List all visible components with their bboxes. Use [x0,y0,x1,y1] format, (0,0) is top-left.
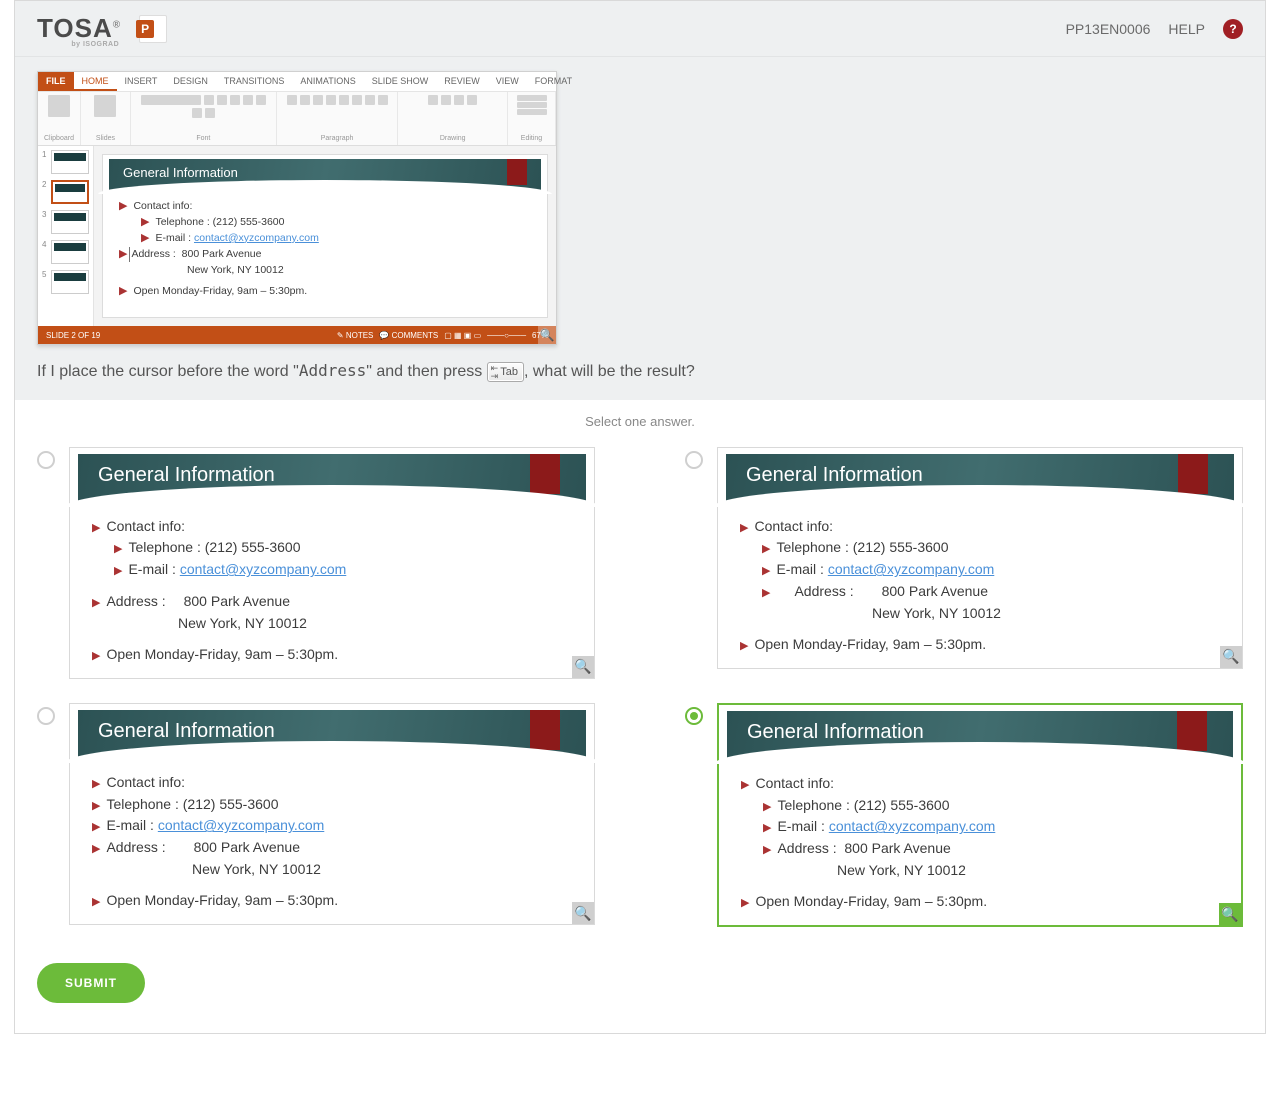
title-c: General Information [78,710,586,743]
mini-email-label: E-mail : [155,232,194,244]
radio-a[interactable] [37,451,55,469]
q-prefix: If I place the cursor before the word " [37,363,299,380]
topright: PP13EN0006 HELP ? [1066,19,1243,39]
powerpoint-screenshot[interactable]: FILE HOME INSERT DESIGN TRANSITIONS ANIM… [37,71,557,345]
mini-email-link[interactable]: contact@xyzcompany.com [194,232,319,244]
radio-c[interactable] [37,707,55,725]
app-frame: TOSA® by ISOGRAD PP13EN0006 HELP ? FILE … [14,0,1266,1034]
zoom-d[interactable]: 🔍 [1219,903,1241,925]
q-suffix: , what will be the result? [524,363,695,380]
mini-contact: Contact info: [133,199,192,214]
logo-text: TOSA [37,13,113,43]
mini-slide: General Information ▶Contact info: ▶Tele… [102,154,548,318]
status-comments[interactable]: COMMENTS [392,331,439,340]
ribbon-body: Clipboard Slides Font Paragraph Drawing … [38,92,556,146]
ppt-workspace: 1 2 3 4 5 General Information ▶Con [38,146,556,326]
status-slide-pos: SLIDE 2 OF 19 [46,331,100,340]
thumb-1[interactable]: 1 [42,150,89,174]
ribbon-group-slides: Slides [81,92,131,145]
magnify-icon[interactable]: 🔍 [538,326,556,344]
zoom-c[interactable]: 🔍 [572,902,594,924]
logo-subtext: by ISOGRAD [71,41,119,48]
radio-d[interactable] [685,707,703,725]
ribbon-group-clipboard: Clipboard [38,92,81,145]
question-area: FILE HOME INSERT DESIGN TRANSITIONS ANIM… [15,57,1265,400]
card-a[interactable]: General Information ▶Contact info: ▶Tele… [69,447,595,679]
ribbon-tab-file[interactable]: FILE [38,72,74,91]
help-link[interactable]: HELP [1168,21,1205,37]
card-d[interactable]: General Information ▶Contact info: ▶Tele… [717,703,1243,927]
q-key: Tab [500,366,518,378]
question-text: If I place the cursor before the word "A… [37,361,1243,382]
mini-title: General Information [109,159,541,180]
ribbon-tab-view[interactable]: VIEW [488,72,527,91]
title-b: General Information [726,454,1234,487]
ribbon-group-paragraph: Paragraph [277,92,399,145]
ribbon-tab-home[interactable]: HOME [74,72,117,91]
card-c[interactable]: General Information ▶Contact info: ▶Tele… [69,703,595,925]
ppt-status-bar: SLIDE 2 OF 19 ✎ NOTES 💬 COMMENTS ▢ ▦ ▣ ▭… [38,326,556,344]
option-b: General Information ▶Contact info: ▶Tele… [685,447,1243,679]
mini-tel: Telephone : (212) 555-3600 [155,215,284,230]
tab-key-icon: ⇤⇥Tab [487,362,524,382]
q-code: Address [299,361,366,380]
ribbon-tab-insert[interactable]: INSERT [117,72,166,91]
mini-addr-label: Address : [131,248,175,260]
ribbon-tab-design[interactable]: DESIGN [165,72,216,91]
select-hint: Select one answer. [37,400,1243,447]
zoom-b[interactable]: 🔍 [1220,646,1242,668]
mini-hours: Open Monday-Friday, 9am – 5:30pm. [133,284,307,299]
question-id: PP13EN0006 [1066,21,1151,37]
thumb-3[interactable]: 3 [42,210,89,234]
option-d: General Information ▶Contact info: ▶Tele… [685,703,1243,927]
answer-area: Select one answer. General Information ▶… [15,400,1265,1033]
zoom-a[interactable]: 🔍 [572,656,594,678]
status-notes[interactable]: NOTES [346,331,374,340]
mini-addr1: 800 Park Avenue [182,248,262,260]
thumb-2[interactable]: 2 [42,180,89,204]
ribbon-group-editing: Editing [508,92,556,145]
powerpoint-icon [139,15,167,43]
title-a: General Information [78,454,586,487]
option-c: General Information ▶Contact info: ▶Tele… [37,703,595,927]
ribbon-tab-transitions[interactable]: TRANSITIONS [216,72,293,91]
options-grid: General Information ▶Contact info: ▶Tele… [37,447,1243,927]
submit-button[interactable]: SUBMIT [37,963,145,1003]
ribbon-tabs: FILE HOME INSERT DESIGN TRANSITIONS ANIM… [38,72,556,92]
thumb-5[interactable]: 5 [42,270,89,294]
logo: TOSA® by ISOGRAD [37,13,121,44]
ribbon-tab-slideshow[interactable]: SLIDE SHOW [364,72,437,91]
ribbon-tab-format[interactable]: FORMAT [527,72,580,91]
ribbon-tab-review[interactable]: REVIEW [436,72,488,91]
brand-area: TOSA® by ISOGRAD [37,13,167,44]
ribbon-tab-animations[interactable]: ANIMATIONS [292,72,363,91]
card-b[interactable]: General Information ▶Contact info: ▶Tele… [717,447,1243,669]
topbar: TOSA® by ISOGRAD PP13EN0006 HELP ? [15,1,1265,57]
title-d: General Information [727,711,1233,744]
option-a: General Information ▶Contact info: ▶Tele… [37,447,595,679]
slide-editor[interactable]: General Information ▶Contact info: ▶Tele… [94,146,556,326]
q-mid: " and then press [366,363,486,380]
mini-addr2: New York, NY 10012 [187,263,284,278]
submit-row: SUBMIT [37,963,1243,1003]
ribbon-group-font: Font [131,92,277,145]
slide-thumbnails[interactable]: 1 2 3 4 5 [38,146,94,326]
ribbon-group-drawing: Drawing [398,92,508,145]
radio-b[interactable] [685,451,703,469]
help-badge-icon[interactable]: ? [1223,19,1243,39]
thumb-4[interactable]: 4 [42,240,89,264]
